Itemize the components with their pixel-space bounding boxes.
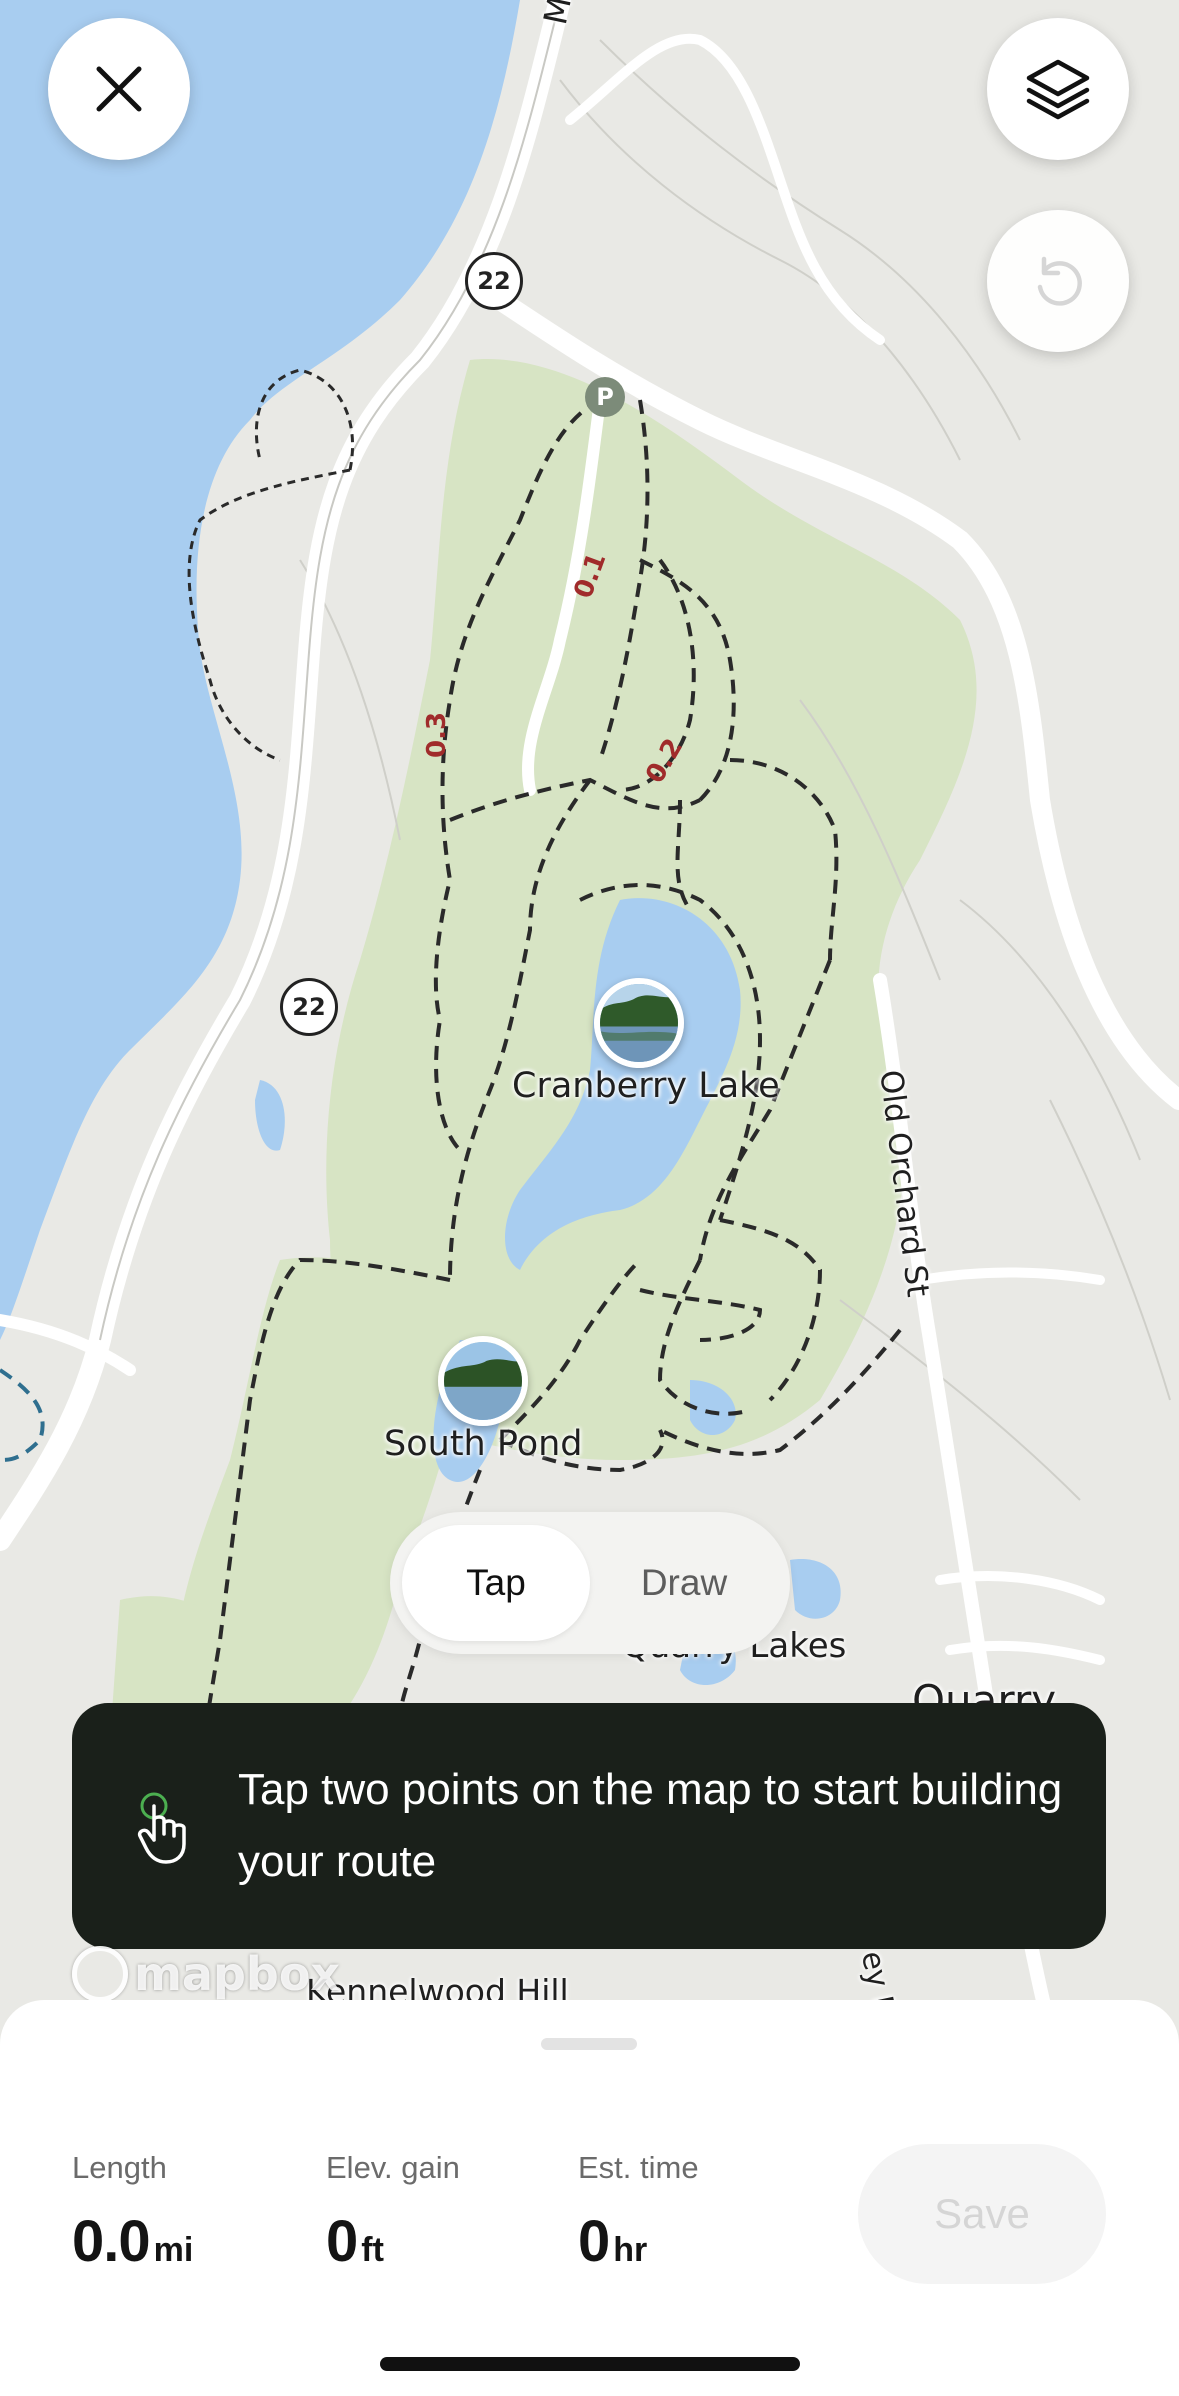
- stat-est-time-label: Est. time: [578, 2150, 699, 2185]
- close-button[interactable]: [48, 18, 190, 160]
- route-mode-toggle: Tap Draw: [390, 1512, 790, 1654]
- draw-mode-button[interactable]: Draw: [590, 1525, 778, 1641]
- instruction-toast: Tap two points on the map to start build…: [72, 1703, 1106, 1949]
- tap-hand-icon: [137, 1792, 186, 1864]
- stat-est-time-value: 0: [578, 2209, 610, 2274]
- stat-est-time: Est. time 0 hr: [578, 2150, 699, 2275]
- map-label-cranberry-lake: Cranberry Lake: [512, 1066, 780, 1106]
- stat-length-value: 0.0: [72, 2209, 151, 2274]
- tap-mode-button[interactable]: Tap: [402, 1525, 590, 1641]
- save-button[interactable]: Save: [858, 2144, 1106, 2284]
- parking-icon[interactable]: P: [585, 377, 625, 417]
- undo-button[interactable]: [987, 210, 1129, 352]
- map-layers-button[interactable]: [987, 18, 1129, 160]
- mapbox-attribution[interactable]: mapbox: [72, 1946, 340, 2002]
- stat-length: Length 0.0 mi: [72, 2150, 193, 2275]
- route-22-shield-north: 22: [465, 252, 523, 310]
- map-label-south-pond: South Pond: [384, 1424, 583, 1464]
- distance-marker-0-3: 0.3: [422, 712, 452, 758]
- undo-icon: [1037, 256, 1082, 306]
- stat-length-unit: mi: [153, 2231, 194, 2269]
- stat-elev-gain: Elev. gain 0 ft: [326, 2150, 460, 2275]
- mapbox-wordmark: mapbox: [134, 1947, 341, 2001]
- sheet-drag-handle[interactable]: [541, 2038, 637, 2050]
- stat-est-time-unit: hr: [613, 2231, 648, 2269]
- mapbox-logo-icon: [72, 1946, 128, 2002]
- cranberry-lake-photo-pin[interactable]: [594, 978, 684, 1068]
- home-indicator[interactable]: [380, 2357, 800, 2371]
- close-icon: [96, 66, 142, 112]
- route-22-shield-south: 22: [280, 978, 338, 1036]
- layers-icon: [1026, 59, 1090, 120]
- south-pond-photo-pin[interactable]: [438, 1336, 528, 1426]
- stat-elev-gain-unit: ft: [361, 2231, 384, 2269]
- route-stats-sheet: Length 0.0 mi Elev. gain 0 ft Est. time 0h…: [0, 2000, 1179, 2396]
- stat-elev-gain-value: 0: [326, 2209, 358, 2274]
- toast-message: Tap two points on the map to start build…: [238, 1765, 1063, 1886]
- stat-length-label: Length: [72, 2150, 167, 2185]
- stat-elev-gain-label: Elev. gain: [326, 2150, 460, 2185]
- route-builder-screen: 0.1 0.2 0.3 Mt 22 22 P Cranberry Lake So…: [0, 0, 1179, 2396]
